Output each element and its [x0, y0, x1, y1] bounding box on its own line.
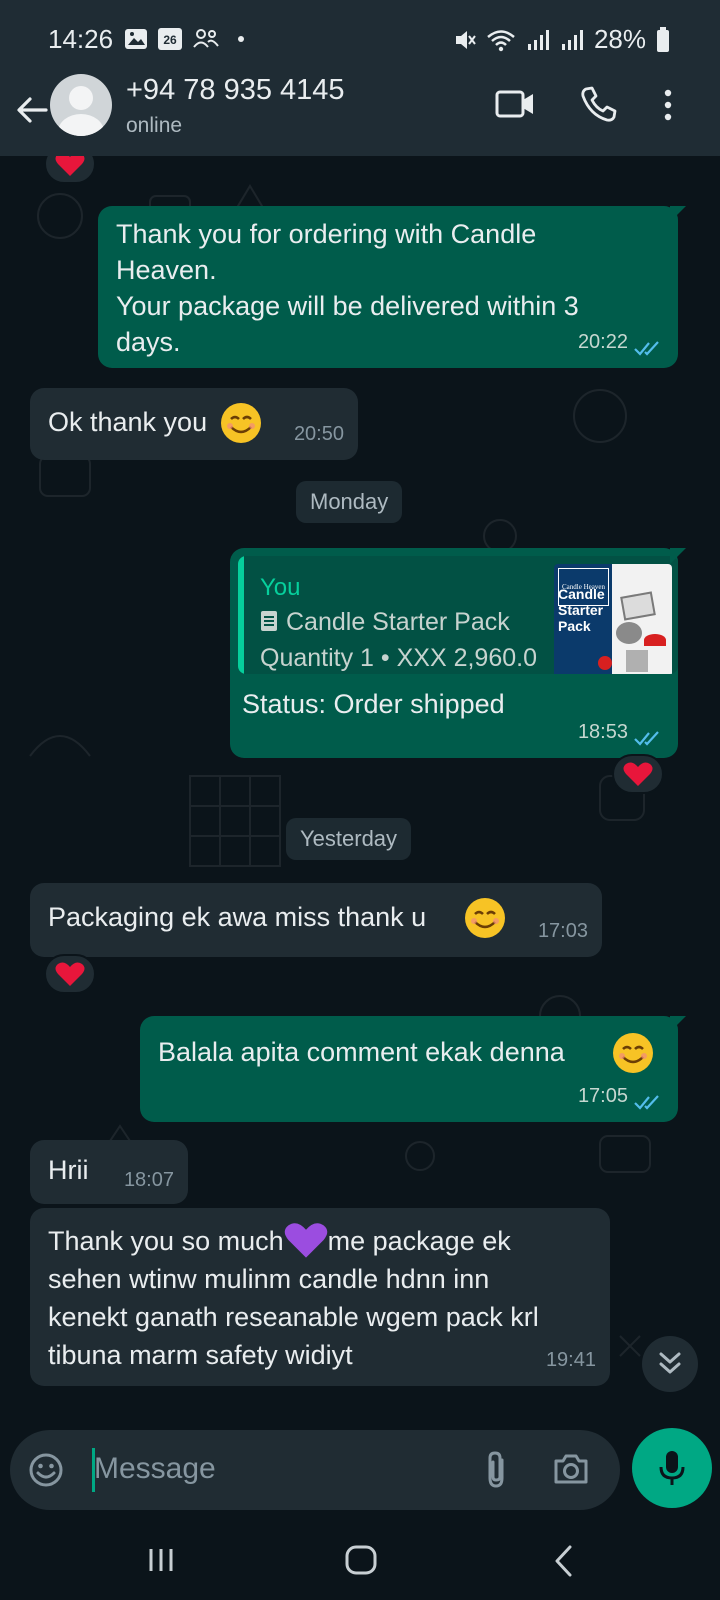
- message-time: 20:50: [293, 423, 344, 445]
- purple-heart-emoji-icon: [284, 1223, 327, 1258]
- contact-status: online: [126, 114, 183, 137]
- video-call-icon[interactable]: [494, 86, 536, 122]
- message-input[interactable]: Message: [94, 1452, 216, 1486]
- message-incoming[interactable]: Thank you so much me package ek sehen wti…: [30, 1208, 610, 1386]
- read-ticks-icon: [634, 341, 659, 356]
- calendar-icon: 26: [158, 28, 182, 50]
- heart-icon: [623, 762, 653, 786]
- chat-header: +94 78 935 4145 online: [0, 74, 720, 156]
- scroll-to-bottom-button[interactable]: [642, 1336, 698, 1392]
- message-text-line: Thank you so much: [48, 1226, 284, 1256]
- more-vert-icon[interactable]: [660, 88, 676, 122]
- back-arrow-icon[interactable]: [12, 90, 52, 130]
- reaction-heart[interactable]: [44, 954, 96, 994]
- microphone-icon: [659, 1451, 685, 1485]
- signal-icon: [561, 29, 583, 50]
- message-text: Hrii: [48, 1155, 89, 1185]
- read-ticks-icon: [634, 731, 659, 746]
- message-text: Balala apita comment ekak denna: [158, 1037, 565, 1067]
- message-outgoing[interactable]: Balala apita comment ekak denna 17:05: [140, 1016, 678, 1122]
- date-chip: Monday: [296, 481, 403, 523]
- wifi-icon: [487, 29, 515, 51]
- message-incoming[interactable]: Hrii 18:07: [30, 1140, 188, 1204]
- product-detail: Quantity 1 • XXX 2,960.0: [260, 644, 537, 672]
- emoji-icon[interactable]: [28, 1452, 64, 1488]
- product-title: Candle Starter Pack: [286, 608, 510, 636]
- back-nav-icon[interactable]: [552, 1544, 574, 1578]
- status-time: 14:26: [48, 24, 114, 54]
- home-icon[interactable]: [344, 1544, 378, 1576]
- battery-level: 28%: [593, 24, 646, 54]
- smile-emoji-icon: [221, 403, 261, 443]
- message-incoming[interactable]: Packaging ek awa miss thank u 17:03: [30, 883, 602, 957]
- battery-icon: [657, 26, 669, 52]
- contact-name[interactable]: +94 78 935 4145: [126, 74, 345, 107]
- message-text-line: Heaven.: [116, 255, 217, 285]
- attach-icon[interactable]: [484, 1450, 508, 1490]
- voice-message-button[interactable]: [632, 1428, 712, 1508]
- double-chevron-down-icon: [659, 1352, 681, 1374]
- status-bar: 14:26 26 28%: [0, 0, 720, 78]
- smile-emoji-icon: [465, 898, 505, 938]
- document-icon: [261, 611, 277, 631]
- camera-icon[interactable]: [552, 1452, 590, 1486]
- heart-icon: [55, 156, 85, 176]
- read-ticks-icon: [634, 1095, 659, 1110]
- dot-icon: [238, 36, 244, 42]
- gallery-icon: [125, 29, 147, 49]
- message-text: Ok thank you: [48, 407, 208, 437]
- signal-icon: [527, 29, 549, 50]
- message-time: 17:03: [537, 920, 588, 942]
- mute-icon: [455, 30, 476, 49]
- message-text-line: tibuna marm safety widiyt: [48, 1340, 353, 1370]
- message-text-line: kenekt ganath reseanable wgem pack krl: [48, 1302, 539, 1332]
- system-nav-bar: [0, 1520, 720, 1600]
- reaction-heart[interactable]: [612, 754, 664, 794]
- message-text-line: Your package will be delivered within 3: [116, 291, 579, 321]
- message-time: 20:22: [577, 331, 628, 353]
- quote-author: You: [260, 574, 301, 601]
- people-icon: [193, 29, 219, 48]
- message-outgoing[interactable]: You Candle Starter Pack Quantity 1 • XXX…: [230, 548, 678, 758]
- heart-icon: [55, 962, 85, 986]
- smile-emoji-icon: [613, 1033, 653, 1073]
- quoted-product[interactable]: You Candle Starter Pack Quantity 1 • XXX…: [238, 556, 678, 674]
- message-text-line: sehen wtinw mulinm candle hdnn inn: [48, 1264, 490, 1294]
- recent-apps-icon[interactable]: [146, 1546, 176, 1574]
- message-input-bar: Message: [10, 1430, 620, 1510]
- message-text: Status: Order shipped: [242, 689, 505, 719]
- message-text-line: Thank you for ordering with Candle: [116, 219, 537, 249]
- message-text: Packaging ek awa miss thank u: [48, 902, 427, 932]
- reaction-heart[interactable]: [44, 156, 96, 184]
- message-time: 18:53: [577, 721, 628, 743]
- phone-icon[interactable]: [578, 84, 618, 124]
- message-time: 17:05: [577, 1085, 628, 1107]
- message-outgoing[interactable]: Thank you for ordering with Candle Heave…: [98, 206, 678, 368]
- message-time: 18:07: [123, 1169, 174, 1191]
- message-time: 19:41: [545, 1349, 596, 1371]
- chat-area[interactable]: Thank you for ordering with Candle Heave…: [0, 156, 720, 1416]
- avatar[interactable]: [50, 74, 112, 136]
- date-chip: Yesterday: [286, 818, 412, 860]
- message-text-line: me package ek: [327, 1226, 511, 1256]
- message-incoming[interactable]: Ok thank you 20:50: [30, 388, 358, 460]
- product-thumbnail: Candle Heaven Candle Starter Pack: [554, 564, 672, 674]
